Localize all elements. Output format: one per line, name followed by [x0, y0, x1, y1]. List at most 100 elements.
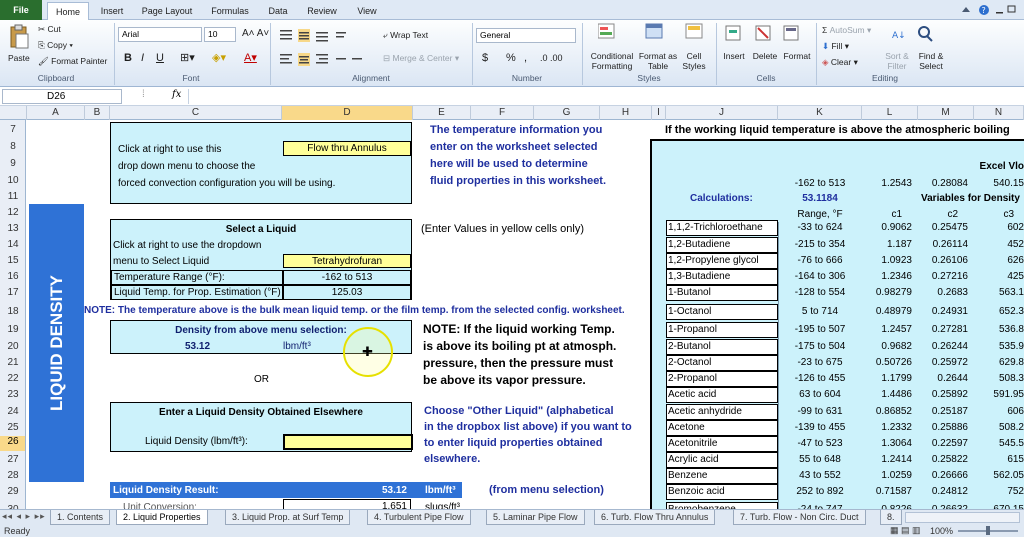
cell-styles-button[interactable]: Cell Styles	[678, 51, 710, 71]
col-header[interactable]: M	[918, 106, 974, 120]
clear-button[interactable]: ◈ Clear ▾	[822, 57, 858, 67]
other-density-input[interactable]	[283, 434, 413, 450]
col-header[interactable]: L	[862, 106, 918, 120]
bold-button[interactable]: B	[124, 53, 132, 64]
sheet-tab[interactable]: 4. Turbulent Pipe Flow	[367, 510, 471, 525]
grow-font-button[interactable]: A˄ A˅	[242, 29, 269, 39]
row-header[interactable]: 18	[0, 306, 25, 317]
percent-button[interactable]: %	[506, 53, 516, 64]
tab-review[interactable]: Review	[302, 2, 342, 20]
decimal-icons[interactable]: .0 .00	[540, 53, 563, 63]
row-header[interactable]: 12	[0, 207, 25, 218]
tab-data[interactable]: Data	[262, 2, 294, 20]
col-header[interactable]: B	[85, 106, 110, 120]
tab-page-layout[interactable]: Page Layout	[138, 2, 196, 20]
tab-home[interactable]: Home	[47, 2, 89, 20]
col-header[interactable]: J	[666, 106, 778, 120]
row-header[interactable]: 27	[0, 454, 25, 465]
name-box[interactable]: D26	[2, 89, 122, 104]
col-header[interactable]: A	[27, 106, 85, 120]
sheet-tab-active[interactable]: 2. Liquid Properties	[116, 510, 208, 525]
sheet-nav-icons[interactable]: ◂◂ ◂ ▸ ▸▸	[2, 511, 46, 522]
tab-file[interactable]: File	[0, 0, 42, 20]
worksheet-grid[interactable]: LIQUID DENSITY Click at right to use thi…	[27, 120, 1024, 509]
zoom-slider-thumb[interactable]	[986, 526, 990, 535]
col-header[interactable]: F	[471, 106, 534, 120]
font-size-select[interactable]: 10	[204, 27, 236, 42]
formula-input[interactable]	[188, 89, 1022, 104]
col-header[interactable]: N	[974, 106, 1024, 120]
row-header[interactable]: 16	[0, 271, 25, 282]
row-header[interactable]: 15	[0, 255, 25, 266]
row-header[interactable]: 20	[0, 341, 25, 352]
fill-color-icon[interactable]: ◈▾	[212, 53, 226, 64]
view-icons[interactable]: ▦ ▤ ▥	[890, 525, 921, 536]
sheet-tab[interactable]: 6. Turb. Flow Thru Annulus	[594, 510, 716, 525]
col-header[interactable]: C	[110, 106, 282, 120]
merge-center-button[interactable]: ⊟ Merge & Center ▾	[383, 53, 459, 63]
sort-find-icons[interactable]: A↓	[890, 24, 940, 44]
tab-insert[interactable]: Insert	[92, 2, 132, 20]
find-select-button[interactable]: Find & Select	[914, 51, 948, 71]
window-controls-icon[interactable]: ?	[960, 4, 1020, 16]
row-header[interactable]: 8	[0, 141, 25, 152]
italic-button[interactable]: I	[141, 53, 144, 64]
fx-icon[interactable]: fx	[172, 89, 181, 100]
row-header[interactable]: 21	[0, 357, 25, 368]
row-header[interactable]: 9	[0, 158, 25, 169]
insert-cells-button[interactable]: Insert	[718, 51, 750, 61]
horizontal-scrollbar[interactable]	[905, 512, 1020, 523]
config-dropdown[interactable]: Flow thru Annulus	[283, 141, 411, 156]
sheet-tab[interactable]: 1. Contents	[50, 510, 111, 525]
delete-cells-button[interactable]: Delete	[750, 51, 780, 61]
row-header[interactable]: 29	[0, 486, 25, 497]
row-header[interactable]: 19	[0, 324, 25, 335]
number-format-select[interactable]: General	[476, 28, 576, 43]
row-header[interactable]: 10	[0, 175, 25, 186]
copy-button[interactable]: ⎘ Copy ▾	[38, 40, 73, 50]
col-header[interactable]: I	[652, 106, 666, 120]
conditional-formatting-button[interactable]: Conditional Formatting	[585, 51, 639, 71]
cells-icons[interactable]	[724, 24, 804, 44]
sheet-tab[interactable]: 7. Turb. Flow - Non Circ. Duct	[733, 510, 866, 525]
underline-button[interactable]: U	[156, 53, 164, 64]
paste-button[interactable]: Paste	[8, 53, 30, 63]
comma-button[interactable]: ,	[524, 53, 527, 64]
row-header[interactable]: 22	[0, 373, 25, 384]
row-header[interactable]: 25	[0, 422, 25, 433]
row-header[interactable]: 17	[0, 287, 25, 298]
col-header[interactable]: K	[778, 106, 862, 120]
tab-view[interactable]: View	[350, 2, 384, 20]
currency-button[interactable]: $	[482, 53, 488, 64]
row-header[interactable]: 13	[0, 223, 25, 234]
select-all-corner[interactable]	[0, 106, 27, 120]
row-header-selected[interactable]: 26	[0, 436, 25, 451]
sheet-tab[interactable]: 5. Laminar Pipe Flow	[486, 510, 585, 525]
liquid-dropdown[interactable]: Tetrahydrofuran	[283, 254, 411, 268]
row-header[interactable]: 7	[0, 124, 25, 135]
cut-button[interactable]: ✂ Cut	[38, 24, 61, 34]
font-color-icon[interactable]: A▾	[244, 53, 257, 64]
col-header[interactable]: D	[282, 106, 413, 120]
format-as-table-button[interactable]: Format as Table	[638, 51, 678, 71]
alignment-icons[interactable]	[280, 28, 380, 72]
autosum-button[interactable]: Σ AutoSum ▾	[822, 25, 871, 35]
row-header[interactable]: 23	[0, 389, 25, 400]
sort-filter-button[interactable]: Sort & Filter	[884, 51, 910, 71]
col-header[interactable]: H	[600, 106, 652, 120]
format-painter-button[interactable]: 🖌 Format Painter	[38, 56, 107, 66]
col-header[interactable]: E	[413, 106, 471, 120]
borders-icon[interactable]: ⊞▾	[180, 53, 195, 64]
font-name-select[interactable]: Arial	[118, 27, 202, 42]
row-header[interactable]: 28	[0, 470, 25, 481]
tab-formulas[interactable]: Formulas	[204, 2, 256, 20]
row-header[interactable]: 14	[0, 239, 25, 250]
wrap-text-button[interactable]: ⤶ Wrap Text	[383, 30, 428, 40]
format-cells-button[interactable]: Format	[780, 51, 814, 61]
styles-icons[interactable]	[598, 22, 718, 42]
row-header[interactable]: 11	[0, 191, 25, 202]
sheet-tab[interactable]: 8.	[880, 510, 902, 525]
paste-icon[interactable]	[8, 24, 30, 50]
row-header[interactable]: 24	[0, 406, 25, 417]
sheet-tab[interactable]: 3. Liquid Prop. at Surf Temp	[225, 510, 351, 525]
